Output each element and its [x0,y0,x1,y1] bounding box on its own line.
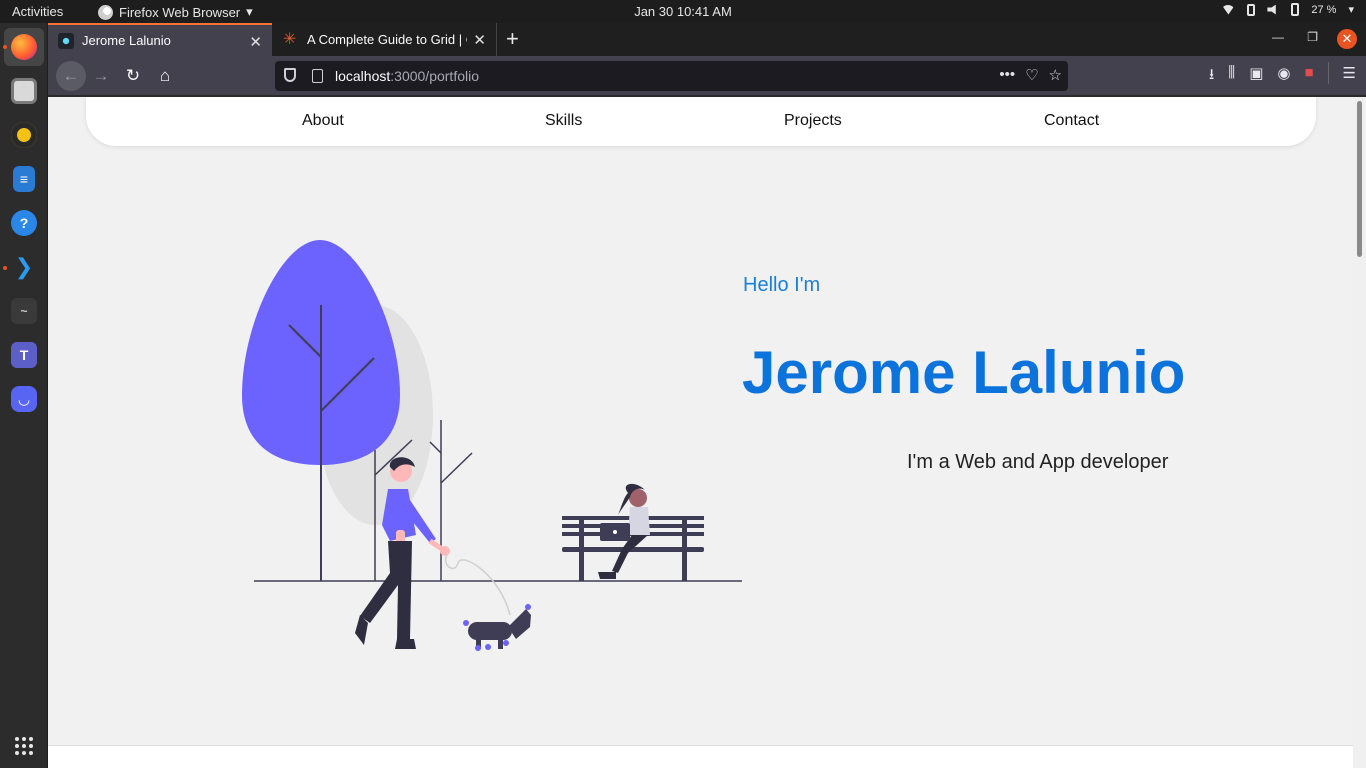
next-section-edge [48,745,1353,768]
volume-icon [1267,4,1276,15]
files-icon[interactable] [11,78,37,104]
tab-bar: Jerome Lalunio ✕ ✳ A Complete Guide to G… [48,23,1366,56]
tab-jerome-lalunio[interactable]: Jerome Lalunio ✕ [48,23,272,56]
back-arrow-icon[interactable]: ← [56,61,86,91]
reload-icon[interactable]: ↻ [121,64,145,88]
running-indicator [3,266,7,270]
tracking-shield-icon[interactable] [284,68,296,82]
chevron-down-icon: ▾ [1348,4,1354,16]
toolbar-separator [1327,62,1329,84]
nav-skills[interactable]: Skills [545,112,582,130]
minimize-icon[interactable]: — [1272,30,1284,44]
sidebar-icon[interactable]: ▣ [1249,64,1263,89]
dock: ≡ ? ❯ ~ T ◡ [0,23,48,768]
wifi-icon [1221,4,1236,15]
bookmark-star-icon[interactable]: ☆ [1049,66,1062,84]
account-icon[interactable]: ◉ [1277,64,1290,89]
page-info-icon[interactable] [312,69,323,83]
firefox-small-icon [98,4,113,20]
discord-icon[interactable]: ◡ [11,386,37,412]
pocket-icon[interactable]: ♡ [1025,66,1038,84]
writer-icon[interactable]: ≡ [13,166,35,192]
nav-about[interactable]: About [302,112,344,130]
show-apps-icon[interactable] [15,737,33,755]
scrollbar-thumb[interactable] [1357,101,1362,257]
hero-illustration [242,240,742,651]
system-tray[interactable]: 27 % ▾ [1221,3,1354,16]
activities-button[interactable]: Activities [12,4,63,19]
close-icon[interactable]: ✕ [249,33,262,51]
system-top-bar: Activities Firefox Web Browser ▾ Jan 30 … [0,0,1366,23]
new-tab-icon[interactable]: + [506,26,519,52]
tab-title: Jerome Lalunio [82,33,171,48]
hero-tagline: I'm a Web and App developer [907,451,1169,473]
tab-title: A Complete Guide to Grid | CSS-Tricks [307,32,467,47]
extension-icon[interactable]: ■ [1304,64,1313,89]
hero-greeting: Hello I'm [743,274,821,296]
dog [463,604,531,651]
rhythmbox-icon[interactable] [11,122,37,148]
bluetooth-icon [1247,3,1256,16]
page-viewport: About Skills Projects Contact Hello I'm … [48,97,1353,768]
app-menu-label: Firefox Web Browser [119,4,241,20]
running-indicator [3,45,7,49]
url-bar[interactable]: localhost:3000/portfolio ••• ♡ ☆ [275,61,1068,91]
woman-with-laptop [598,483,650,579]
site-nav: About Skills Projects Contact [86,97,1316,146]
hero-name: Jerome Lalunio [742,339,1186,406]
app-menu[interactable]: Firefox Web Browser ▾ [98,4,253,20]
firefox-icon[interactable] [11,34,37,60]
url-text[interactable]: localhost:3000/portfolio [335,68,479,84]
restore-icon[interactable]: ❐ [1307,30,1318,44]
nav-projects[interactable]: Projects [784,112,842,130]
more-actions-icon[interactable]: ••• [999,66,1015,84]
library-icon[interactable]: ⫼ [1228,64,1235,89]
page-scrollbar[interactable] [1353,97,1366,768]
vscode-icon[interactable]: ❯ [11,254,37,280]
menu-icon[interactable]: ☰ [1343,64,1356,89]
navigation-toolbar: ← → ↻ ⌂ localhost:3000/portfolio ••• ♡ ☆… [48,56,1366,96]
battery-icon [1291,3,1300,16]
battery-level: 27 % [1311,3,1337,16]
nav-contact[interactable]: Contact [1044,112,1099,130]
chevron-down-icon: ▾ [246,4,253,19]
tab-css-tricks[interactable]: ✳ A Complete Guide to Grid | CSS-Tricks … [273,23,497,56]
react-favicon-icon [58,32,74,49]
system-monitor-icon[interactable]: ~ [11,298,37,324]
forward-arrow-icon[interactable]: → [89,64,113,88]
downloads-icon[interactable]: ⭳ [1209,64,1214,89]
teams-icon[interactable]: T [11,342,37,368]
home-icon[interactable]: ⌂ [153,64,177,88]
close-icon[interactable]: ✕ [473,31,486,49]
help-icon[interactable]: ? [11,210,37,236]
css-tricks-favicon-icon: ✳ [283,30,297,48]
window-close-icon[interactable]: ✕ [1337,29,1357,49]
